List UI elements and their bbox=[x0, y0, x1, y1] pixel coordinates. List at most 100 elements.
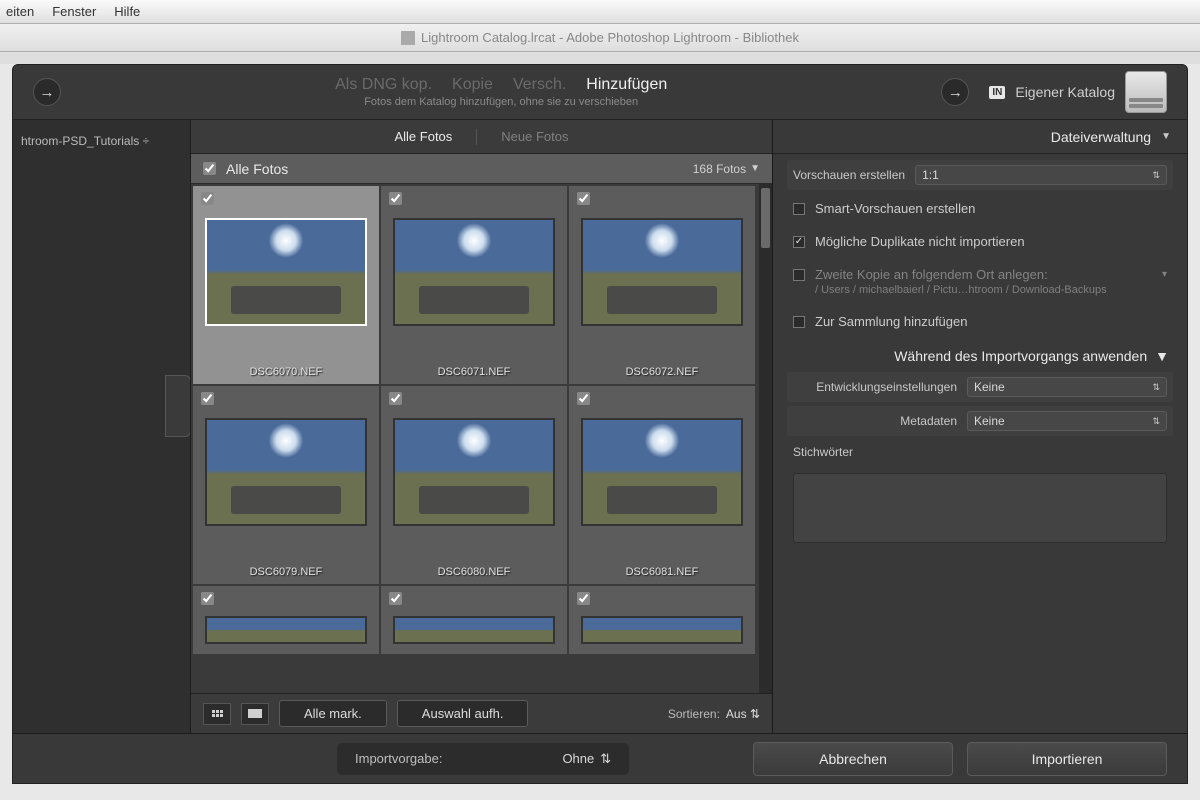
source-path[interactable]: htroom-PSD_Tutorials ÷ bbox=[13, 120, 190, 162]
thumbnail-area: Alle Fotos Neue Fotos Alle Fotos 168 Fot… bbox=[191, 120, 773, 733]
second-copy-checkbox[interactable] bbox=[793, 269, 805, 281]
thumbnail-filename: DSC6071.NEF bbox=[381, 366, 567, 378]
chevron-down-icon[interactable]: ▾ bbox=[1162, 269, 1167, 280]
scrollbar-thumb[interactable] bbox=[761, 188, 770, 248]
grid-view-icon[interactable] bbox=[203, 703, 231, 725]
smart-previews-label: Smart-Vorschauen erstellen bbox=[815, 201, 975, 216]
sort-dropdown[interactable]: Aus ⇅ bbox=[726, 707, 760, 721]
thumbnail-image[interactable] bbox=[205, 218, 367, 326]
tab-new-photos[interactable]: Neue Fotos bbox=[501, 129, 568, 144]
thumbnail-cell[interactable]: DSC6080.NEF bbox=[381, 386, 567, 584]
select-all-checkbox[interactable] bbox=[203, 162, 216, 175]
app-icon bbox=[401, 31, 415, 45]
settings-panel: Dateiverwaltung▼ Vorschauen erstellen 1:… bbox=[773, 120, 1187, 733]
import-preset-dropdown[interactable]: Ohne ⇅ bbox=[562, 751, 611, 767]
thumbnail-cell[interactable]: DSC6081.NEF bbox=[569, 386, 755, 584]
thumbnail-image[interactable] bbox=[581, 616, 743, 644]
tab-all-photos[interactable]: Alle Fotos bbox=[394, 129, 452, 144]
keywords-input[interactable] bbox=[793, 473, 1167, 543]
mac-menu-bar: eiten Fenster Hilfe bbox=[0, 0, 1200, 24]
thumbnail-checkbox[interactable] bbox=[577, 192, 590, 205]
menu-item[interactable]: Fenster bbox=[52, 4, 96, 19]
thumbnail-checkbox[interactable] bbox=[201, 592, 214, 605]
mode-subtitle: Fotos dem Katalog hinzufügen, ohne sie z… bbox=[81, 96, 921, 108]
mode-copy[interactable]: Kopie bbox=[452, 76, 493, 94]
keywords-row: Stichwörter bbox=[787, 440, 1173, 548]
thumbnail-image[interactable] bbox=[205, 616, 367, 644]
thumbnail-cell[interactable]: DSC6071.NEF bbox=[381, 186, 567, 384]
import-button[interactable]: Importieren bbox=[967, 742, 1167, 776]
view-tabs: Alle Fotos Neue Fotos bbox=[191, 120, 772, 154]
thumbnail-cell[interactable]: DSC6070.NEF bbox=[193, 186, 379, 384]
thumbnail-cell[interactable] bbox=[381, 586, 567, 654]
sort-control: Sortieren: Aus ⇅ bbox=[668, 707, 760, 721]
second-copy-row[interactable]: Zweite Kopie an folgendem Ort anlegen: ▾… bbox=[787, 260, 1173, 303]
add-to-collection-row[interactable]: Zur Sammlung hinzufügen bbox=[787, 307, 1173, 336]
metadata-dropdown[interactable]: Keine⇅ bbox=[967, 411, 1167, 431]
thumbnail-grid-scroll[interactable]: DSC6070.NEFDSC6071.NEFDSC6072.NEF DSC6079… bbox=[191, 184, 772, 693]
window-title-bar: Lightroom Catalog.lrcat - Adobe Photosho… bbox=[0, 24, 1200, 52]
photo-count: 168 Fotos bbox=[693, 162, 746, 176]
add-to-collection-checkbox[interactable] bbox=[793, 316, 805, 328]
hard-drive-icon[interactable] bbox=[1125, 71, 1167, 113]
add-to-collection-label: Zur Sammlung hinzufügen bbox=[815, 314, 967, 329]
scrollbar[interactable] bbox=[759, 184, 772, 693]
import-preset-control[interactable]: Importvorgabe: Ohne ⇅ bbox=[337, 743, 629, 775]
panel-expand-tab[interactable] bbox=[165, 375, 191, 437]
mode-move[interactable]: Versch. bbox=[513, 76, 566, 94]
menu-item[interactable]: Hilfe bbox=[114, 4, 140, 19]
thumbnail-checkbox[interactable] bbox=[389, 192, 402, 205]
thumbnail-cell[interactable]: DSC6079.NEF bbox=[193, 386, 379, 584]
grid-toolbar: Alle mark. Auswahl aufh. Sortieren: Aus … bbox=[191, 693, 772, 733]
grid-header: Alle Fotos 168 Fotos ▼ bbox=[191, 154, 772, 184]
thumbnail-cell[interactable] bbox=[569, 586, 755, 654]
thumbnail-image[interactable] bbox=[581, 418, 743, 526]
thumbnail-checkbox[interactable] bbox=[201, 192, 214, 205]
updown-icon: ⇅ bbox=[750, 707, 760, 721]
import-mode-group: Als DNG kop. Kopie Versch. Hinzufügen Fo… bbox=[81, 76, 921, 108]
thumbnail-image[interactable] bbox=[581, 218, 743, 326]
updown-icon: ⇅ bbox=[600, 751, 611, 767]
thumbnail-checkbox[interactable] bbox=[389, 592, 402, 605]
smart-previews-row[interactable]: Smart-Vorschauen erstellen bbox=[787, 194, 1173, 223]
grid-header-label: Alle Fotos bbox=[226, 161, 693, 177]
check-all-button[interactable]: Alle mark. bbox=[279, 700, 387, 727]
build-previews-dropdown[interactable]: 1:1⇅ bbox=[915, 165, 1167, 185]
second-copy-label: Zweite Kopie an folgendem Ort anlegen: bbox=[815, 267, 1048, 282]
thumbnail-checkbox[interactable] bbox=[577, 392, 590, 405]
mode-add[interactable]: Hinzufügen bbox=[586, 76, 667, 94]
thumbnail-checkbox[interactable] bbox=[201, 392, 214, 405]
loupe-view-icon[interactable] bbox=[241, 703, 269, 725]
destination-group: IN Eigener Katalog bbox=[989, 71, 1167, 113]
thumbnail-filename: DSC6079.NEF bbox=[193, 566, 379, 578]
window-title: Lightroom Catalog.lrcat - Adobe Photosho… bbox=[421, 30, 799, 45]
keywords-label: Stichwörter bbox=[793, 445, 1167, 459]
metadata-row: Metadaten Keine⇅ bbox=[787, 406, 1173, 436]
tab-separator bbox=[476, 129, 477, 145]
thumbnail-image[interactable] bbox=[205, 418, 367, 526]
destination-arrow-button[interactable]: → bbox=[941, 78, 969, 106]
apply-during-import-header[interactable]: Während des Importvorgangs anwenden▼ bbox=[787, 340, 1173, 368]
cancel-button[interactable]: Abbrechen bbox=[753, 742, 953, 776]
chevron-down-icon[interactable]: ▼ bbox=[750, 163, 760, 174]
no-duplicates-row[interactable]: Mögliche Duplikate nicht importieren bbox=[787, 227, 1173, 256]
source-arrow-button[interactable]: → bbox=[33, 78, 61, 106]
file-handling-header[interactable]: Dateiverwaltung▼ bbox=[773, 120, 1187, 154]
thumbnail-image[interactable] bbox=[393, 218, 555, 326]
mode-copy-dng[interactable]: Als DNG kop. bbox=[335, 76, 432, 94]
smart-previews-checkbox[interactable] bbox=[793, 203, 805, 215]
no-duplicates-checkbox[interactable] bbox=[793, 236, 805, 248]
thumbnail-image[interactable] bbox=[393, 418, 555, 526]
thumbnail-filename: DSC6072.NEF bbox=[569, 366, 755, 378]
menu-item[interactable]: eiten bbox=[6, 4, 34, 19]
destination-label: Eigener Katalog bbox=[1015, 84, 1115, 100]
thumbnail-checkbox[interactable] bbox=[389, 392, 402, 405]
develop-settings-dropdown[interactable]: Keine⇅ bbox=[967, 377, 1167, 397]
uncheck-all-button[interactable]: Auswahl aufh. bbox=[397, 700, 529, 727]
chevron-down-icon: ▼ bbox=[1161, 131, 1171, 142]
thumbnail-checkbox[interactable] bbox=[577, 592, 590, 605]
thumbnail-cell[interactable] bbox=[193, 586, 379, 654]
thumbnail-cell[interactable]: DSC6072.NEF bbox=[569, 186, 755, 384]
build-previews-label: Vorschauen erstellen bbox=[793, 168, 905, 182]
thumbnail-image[interactable] bbox=[393, 616, 555, 644]
